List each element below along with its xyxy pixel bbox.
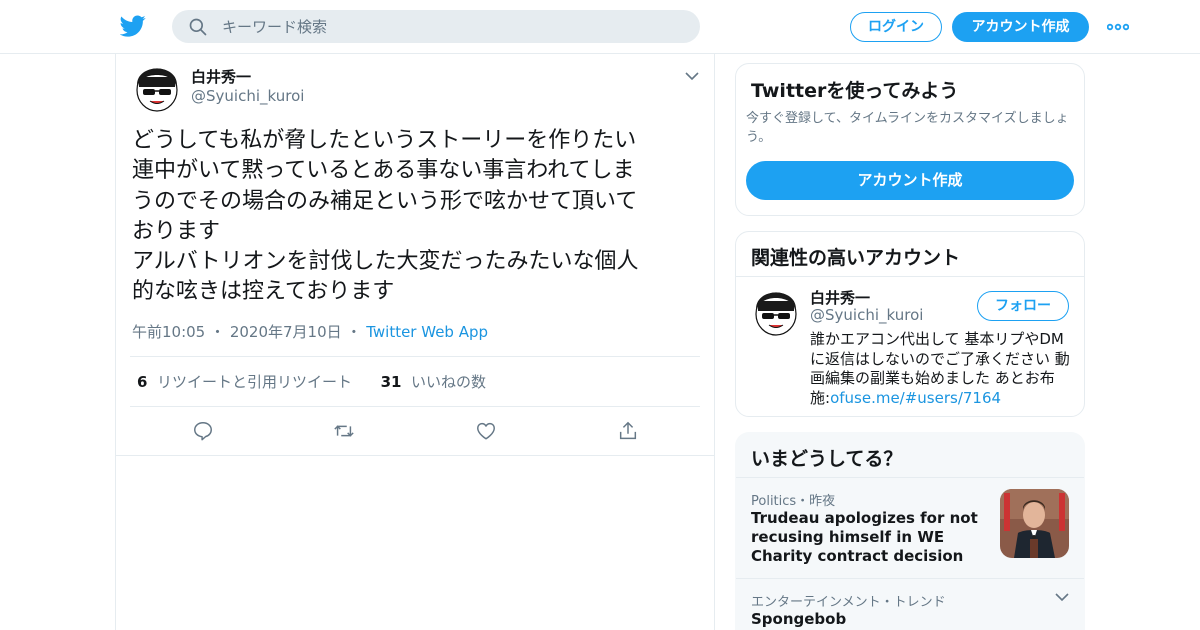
trends-title: いまどうしてる？ bbox=[751, 448, 903, 470]
divider bbox=[130, 356, 700, 357]
tweet-time[interactable]: 午前10:05 bbox=[132, 323, 205, 341]
signup-card-description: 今すぐ登録して、タイムラインをカスタマイズしましょう。 bbox=[746, 111, 1069, 145]
like-stat[interactable]: 31 いいねの数 bbox=[381, 373, 486, 391]
login-button[interactable]: ログイン bbox=[850, 12, 942, 42]
divider bbox=[130, 406, 700, 407]
tweet-text: どうしても私が脅したというストーリーを作りたい 連中がいて黙っているとある事ない… bbox=[132, 128, 639, 305]
separator: ・ bbox=[346, 323, 362, 341]
retweet-count: 6 bbox=[137, 373, 148, 391]
signup-card: Twitterを使ってみよう 今すぐ登録して、タイムラインをカスタマイズしましょ… bbox=[735, 63, 1085, 216]
trend-category: エンターテインメント・トレンド bbox=[751, 595, 946, 610]
related-account-name[interactable]: 白井秀一 bbox=[810, 287, 870, 308]
like-label: いいねの数 bbox=[411, 373, 487, 391]
follow-button[interactable]: フォロー bbox=[977, 291, 1069, 321]
tweet-date[interactable]: 2020年7月10日 bbox=[230, 323, 342, 341]
reply-icon[interactable] bbox=[192, 420, 214, 442]
related-accounts-card: 関連性の高いアカウント 白井秀一 @Syuichi_kuroi フォロー 誰かエ… bbox=[735, 231, 1085, 417]
top-bar: ログイン アカウント作成 bbox=[0, 0, 1200, 54]
retweet-icon[interactable] bbox=[333, 420, 355, 442]
search-icon bbox=[189, 18, 207, 36]
author-name[interactable]: 白井秀一 bbox=[191, 66, 251, 87]
search-input[interactable] bbox=[222, 10, 682, 43]
related-account-bio: 誰かエアコン代出して 基本リプやDMに返信はしないのでご了承ください 動画編集の… bbox=[810, 330, 1072, 408]
twitter-bird-icon[interactable] bbox=[120, 13, 146, 39]
tweet-detail: 白井秀一 @Syuichi_kuroi どうしても私が脅したというストーリーを作… bbox=[115, 54, 715, 630]
like-count: 31 bbox=[380, 373, 402, 391]
chevron-down-icon[interactable] bbox=[1054, 590, 1070, 604]
signup-button[interactable]: アカウント作成 bbox=[952, 12, 1089, 42]
avatar[interactable] bbox=[754, 287, 798, 336]
bio-link[interactable]: ofuse.me/#users/7164 bbox=[830, 389, 1001, 407]
related-accounts-title: 関連性の高いアカウント bbox=[751, 247, 961, 269]
trend-category: Politics・昨夜 bbox=[751, 494, 836, 509]
trends-card: いまどうしてる？ Politics・昨夜 Trudeau apologizes … bbox=[735, 432, 1085, 630]
trends-header: いまどうしてる？ bbox=[736, 433, 1084, 478]
like-icon[interactable] bbox=[475, 420, 497, 442]
tweet-meta: 午前10:05 ・ 2020年7月10日 ・ Twitter Web App bbox=[132, 321, 488, 342]
create-account-button[interactable]: アカウント作成 bbox=[746, 161, 1074, 200]
avatar[interactable] bbox=[135, 63, 179, 112]
trend-item[interactable]: Politics・昨夜 Trudeau apologizes for not r… bbox=[736, 479, 1084, 579]
share-icon[interactable] bbox=[617, 420, 639, 442]
related-accounts-header: 関連性の高いアカウント bbox=[736, 232, 1084, 277]
trend-title: Spongebob bbox=[751, 610, 847, 628]
retweet-label: リツイートと引用リツイート bbox=[156, 373, 352, 391]
related-account-handle[interactable]: @Syuichi_kuroi bbox=[810, 306, 923, 324]
more-dots-icon[interactable] bbox=[1107, 20, 1129, 34]
retweet-stat[interactable]: 6 リツイートと引用リツイート bbox=[137, 373, 352, 391]
trend-item[interactable]: エンターテインメント・トレンド Spongebob bbox=[736, 580, 1084, 630]
tweet-stats: 6 リツイートと引用リツイート 31 いいねの数 bbox=[137, 371, 486, 392]
separator: ・ bbox=[210, 323, 226, 341]
author-handle[interactable]: @Syuichi_kuroi bbox=[191, 87, 304, 105]
chevron-down-icon[interactable] bbox=[684, 69, 700, 83]
trend-thumbnail bbox=[1000, 489, 1069, 558]
search-box[interactable] bbox=[172, 10, 700, 43]
trend-title: Trudeau apologizes for not recusing hims… bbox=[751, 509, 978, 565]
divider bbox=[116, 455, 714, 456]
signup-card-title: Twitterを使ってみよう bbox=[751, 80, 959, 102]
tweet-source-link[interactable]: Twitter Web App bbox=[366, 323, 488, 341]
